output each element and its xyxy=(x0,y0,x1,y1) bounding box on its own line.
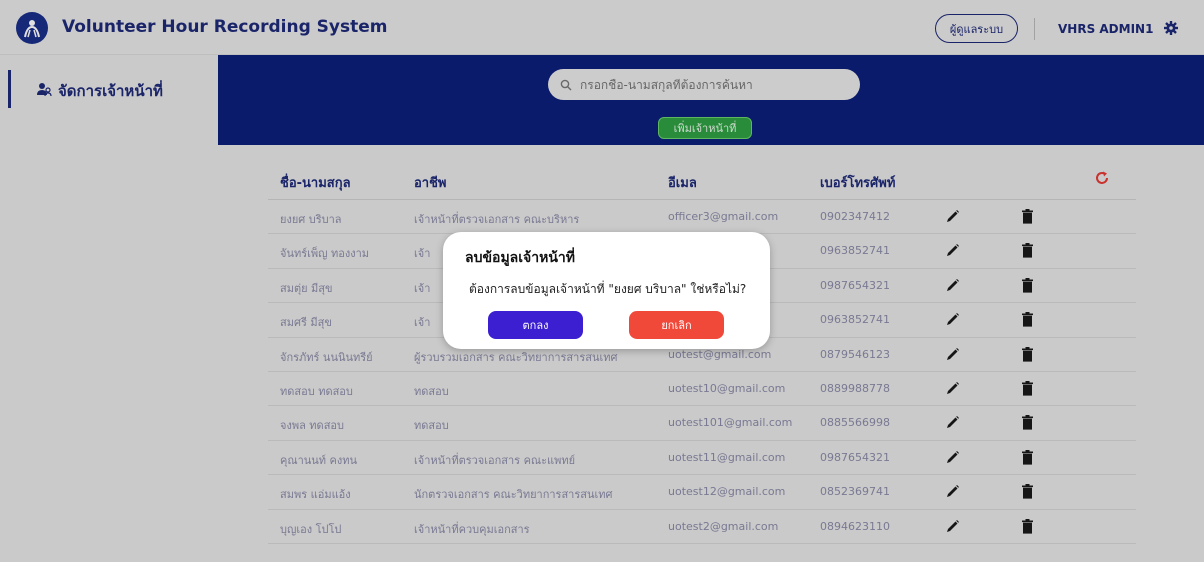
cancel-button[interactable]: ยกเลิก xyxy=(629,311,724,339)
confirm-button[interactable]: ตกลง xyxy=(488,311,583,339)
dialog-message: ต้องการลบข้อมูลเจ้าหน้าที่ "ยงยศ บริบาล"… xyxy=(469,282,747,296)
delete-dialog: ลบข้อมูลเจ้าหน้าที่ ต้องการลบข้อมูลเจ้าห… xyxy=(443,232,770,349)
dialog-title: ลบข้อมูลเจ้าหน้าที่ xyxy=(465,250,575,266)
